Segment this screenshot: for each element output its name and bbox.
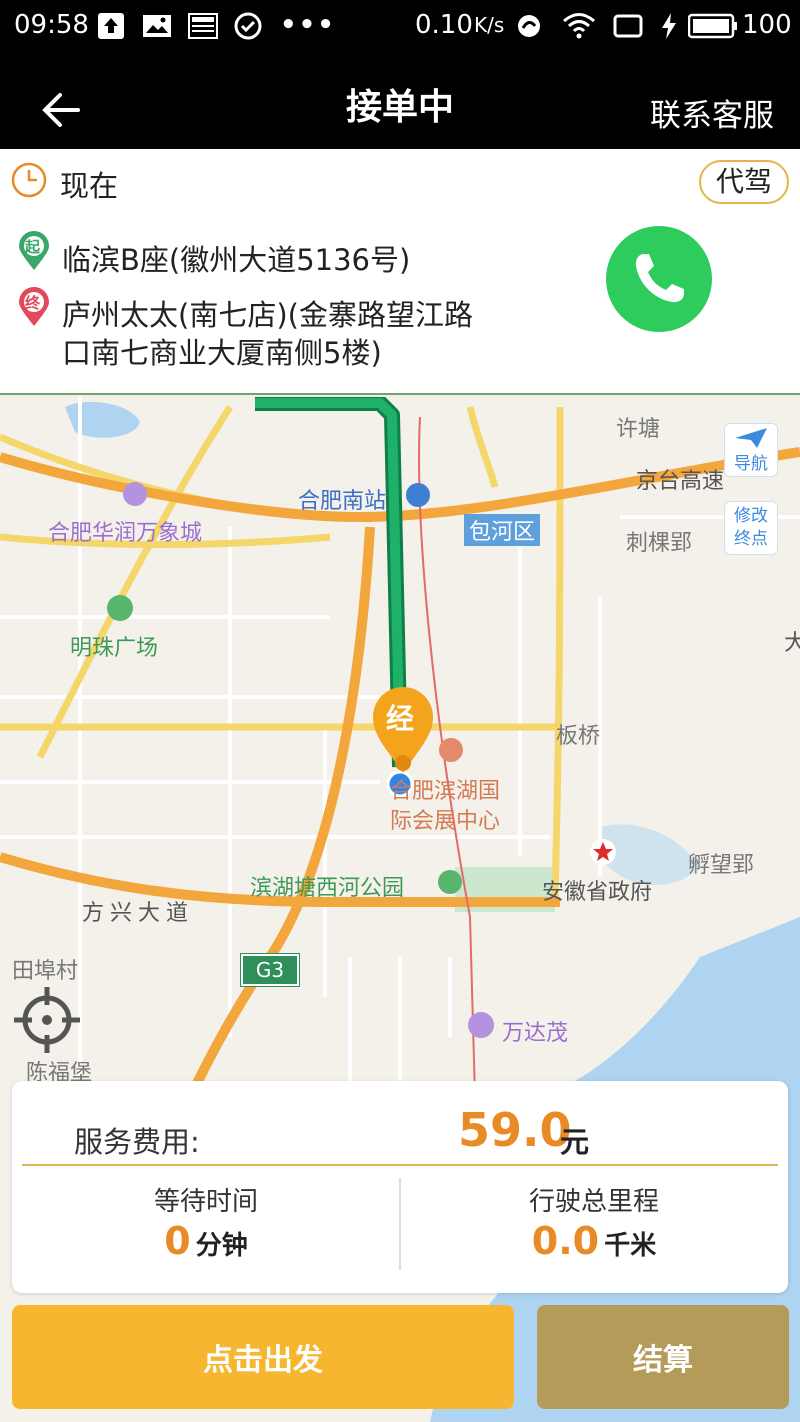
fee-card: 服务费用: 59.0 元 等待时间 0 分钟 行驶总里程 0.0 千米 (12, 1081, 788, 1293)
map-label-gov: 安徽省政府 (542, 880, 653, 905)
phone-icon (635, 254, 684, 303)
map-label-fangxing: 方兴大道 (82, 901, 195, 926)
screen-icon (612, 13, 644, 39)
map-label-expo-1: 合肥滨湖国 (390, 779, 501, 804)
depart-button[interactable]: 点击出发 (12, 1305, 514, 1409)
end-address-line1: 庐州太太(南七店)(金寨路望江路 (62, 298, 473, 332)
change-destination-button[interactable]: 修改 终点 (724, 501, 778, 555)
waypoint-marker: 经 (371, 685, 435, 775)
status-time: 09:58 (14, 10, 89, 40)
start-address: 临滨B座(徽州大道5136号) (62, 243, 411, 277)
waypoint-label: 经 (386, 702, 415, 735)
map-label-baohe: 包河区 (464, 514, 541, 546)
start-badge: 起 (25, 238, 41, 256)
map-label-tianbu: 田埠村 (12, 959, 79, 984)
navigation-button[interactable]: 导航 (724, 423, 778, 477)
change-destination-label-1: 修改 (734, 506, 768, 526)
start-pin-icon: 起 (17, 231, 51, 271)
wait-time-value: 0 分钟 (12, 1219, 400, 1263)
status-bar: 09:58 ••• 0.10 K/s 100 (0, 0, 800, 52)
call-button[interactable] (606, 226, 712, 332)
paper-plane-icon (735, 428, 767, 448)
wait-time-unit: 分钟 (195, 1231, 248, 1261)
service-fee-value: 59.0 (458, 1103, 572, 1157)
battery-level: 100 (742, 10, 792, 40)
end-address-line2: 口南七商业大厦南侧5楼) (62, 336, 382, 370)
map-label-cilidang: 刺棵郢 (626, 531, 693, 556)
net-speed: 0.10 (415, 10, 473, 40)
settle-button[interactable]: 结算 (537, 1305, 789, 1409)
map-label-huarun: 合肥华润万象城 (48, 521, 203, 546)
distance-value: 0.0 千米 (400, 1219, 788, 1263)
news-icon (188, 13, 218, 39)
title-bar: 接单中 联系客服 (0, 52, 800, 149)
locate-button[interactable] (12, 985, 82, 1055)
battery-icon (687, 12, 738, 40)
map-label-xutang: 许塘 (616, 417, 661, 442)
distance-number: 0.0 (531, 1219, 600, 1263)
charging-icon (660, 12, 678, 40)
wait-time-label: 等待时间 (153, 1187, 258, 1217)
map-label-fuwangying: 孵望郢 (688, 853, 755, 878)
distance-unit: 千米 (604, 1231, 657, 1261)
image-icon (142, 14, 172, 38)
wait-time-number: 0 (164, 1219, 191, 1263)
map-label-hefei-south: 合肥南站 (298, 489, 387, 514)
crosshair-icon (14, 987, 80, 1053)
fee-divider (22, 1164, 778, 1166)
service-tag: 代驾 (699, 160, 789, 204)
service-fee-label: 服务费用: (74, 1125, 200, 1159)
map-label-banqiao: 板桥 (556, 724, 601, 749)
order-info-panel: 现在 代驾 起 临滨B座(徽州大道5136号) 终 庐州太太(南七店)(金寨路望… (0, 149, 800, 395)
nfc-icon (515, 12, 543, 40)
map-label-expo-2: 际会展中心 (390, 809, 501, 834)
end-badge: 终 (25, 294, 41, 312)
map-label-wanda: 万达茂 (502, 1021, 569, 1046)
map-label-da: 大 (784, 631, 800, 656)
service-fee-unit: 元 (560, 1125, 590, 1159)
map-label-jingtai: 京台高速 (636, 469, 725, 494)
map-label-mingzhu: 明珠广场 (70, 636, 159, 661)
net-unit: K/s (474, 13, 505, 37)
order-time: 现在 (60, 169, 119, 203)
end-pin-icon: 终 (17, 287, 51, 327)
check-circle-icon (233, 11, 263, 41)
map-label-g3: G3 (240, 953, 300, 987)
upload-icon (98, 13, 124, 39)
change-destination-label-2: 终点 (734, 529, 768, 549)
clock-icon (11, 162, 47, 198)
navigation-label: 导航 (734, 454, 768, 474)
distance-label: 行驶总里程 (528, 1187, 659, 1217)
wifi-icon (562, 11, 596, 39)
more-dots-icon: ••• (280, 10, 336, 40)
map-label-bintang: 滨湖塘西河公园 (250, 876, 405, 901)
contact-support-link[interactable]: 联系客服 (650, 90, 774, 135)
